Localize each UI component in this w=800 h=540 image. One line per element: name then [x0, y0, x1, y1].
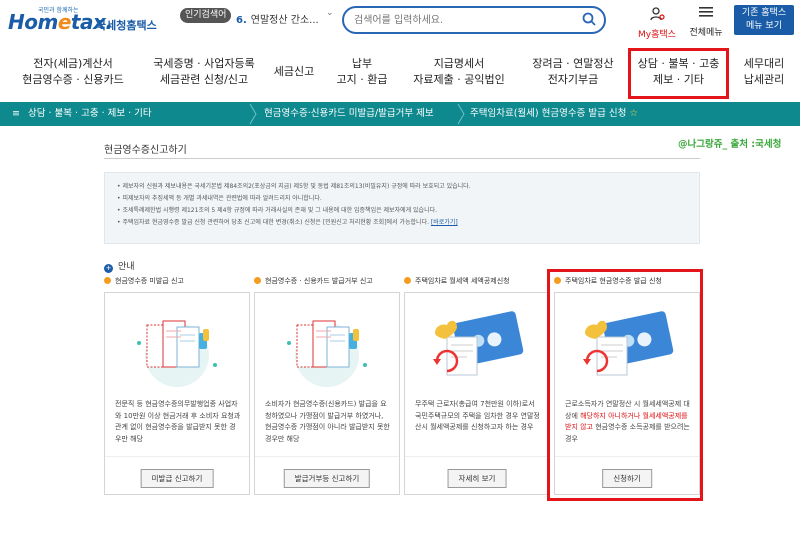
search-box — [342, 6, 606, 34]
chevron-down-icon[interactable]: ⌄ — [326, 8, 334, 18]
nav-item-line2: 현금영수증 · 신용카드 — [22, 73, 124, 86]
nav-item-line2: 세금관련 신청/신고 — [159, 73, 249, 86]
notice-item: 주택임차료 현금영수증 발급 신청 관련하여 당초 신고에 대한 변경(취소) … — [117, 217, 687, 229]
receipt-icon — [137, 320, 217, 387]
card-title-non-issuance: 현금영수증 미발급 신고 — [104, 276, 184, 286]
main-navigation: 전자(세금)계산서현금영수증 · 신용카드 국세증명 · 사업자등록세금관련 신… — [0, 44, 800, 102]
nav-item-line2: 전자기부금 — [547, 73, 599, 86]
notice-box: 제보자의 신원과 제보내용은 국세기본법 제84조의2(포상금의 지급) 제5항… — [104, 172, 700, 244]
nav-item-line1: 납부 — [351, 57, 373, 70]
logo-korean-name: 국세청홈택스 — [96, 19, 157, 32]
highlight-box — [547, 269, 703, 501]
nav-item-e-invoice[interactable]: 전자(세금)계산서현금영수증 · 신용카드 — [10, 56, 136, 88]
top-bar: 국민과 함께하는 Hometax. 국세청홈택스 인기검색어 6. 연말정산 간소… — [0, 0, 800, 42]
breadcrumb-level3-label: 주택임차료(월세) 현금영수증 발급 신청 — [470, 108, 627, 119]
favorite-star-icon[interactable]: ☆ — [629, 108, 638, 119]
source-credit: @나그랑쥬_ 출처 :국세청 — [678, 139, 782, 150]
highlight-box — [628, 48, 729, 99]
card-divider — [255, 456, 399, 457]
nav-item-certificates[interactable]: 국세증명 · 사업자등록세금관련 신청/신고 — [140, 56, 268, 88]
card-description: 전문직 등 현금영수증의무발행업종 사업자와 10만원 이상 현금거래 후 소비… — [115, 400, 241, 443]
plus-icon: + — [104, 264, 113, 273]
nav-item-tax-filing[interactable]: 세금신고 — [262, 64, 326, 80]
breadcrumb-menu-icon[interactable]: ≡ — [12, 102, 20, 126]
nav-item-line2: 자료제출 · 공익법인 — [413, 73, 505, 86]
card-title-rent-deduction: 주택임차료 월세액 세액공제신청 — [404, 276, 510, 286]
receipt-icon — [287, 320, 367, 387]
popular-search-badge: 인기검색어 — [180, 8, 232, 23]
my-hometax-label: My홈택스 — [638, 30, 676, 40]
nav-item-line2: 고지 · 환급 — [336, 73, 388, 86]
card-rent-deduction: 무주택 근로자(총급여 7천만원 이하)로서 국민주택규모의 주택을 임차한 경… — [404, 292, 550, 495]
guide-label: 안내 — [118, 262, 135, 272]
classic-menu-line2: 메뉴 보기 — [746, 21, 782, 31]
chevron-right-icon — [249, 103, 257, 125]
all-menu-label: 전체메뉴 — [689, 28, 723, 38]
nav-item-incentives[interactable]: 장려금 · 연말정산전자기부금 — [518, 56, 628, 88]
notice-item: 조세특례제한법 시행령 제121조의 5 제4항 규정에 따라 거래사실의 존재… — [117, 205, 687, 217]
card-description: 소비자가 현금영수증(신용카드) 발급을 요청하였으나 가맹점이 발급거부 하였… — [265, 400, 390, 443]
popular-search-rank: 6. — [236, 15, 247, 26]
logo-wordmark-e: e — [57, 10, 72, 34]
nav-item-payment[interactable]: 납부고지 · 환급 — [330, 56, 394, 88]
breadcrumb-level1[interactable]: 상담 · 불복 · 고충 · 제보 · 기타 — [28, 102, 152, 126]
card-refusal: 소비자가 현금영수증(신용카드) 발급을 요청하였으나 가맹점이 발급거부 하였… — [254, 292, 400, 495]
card-divider — [105, 456, 249, 457]
my-hometax-button[interactable]: My홈택스 — [634, 6, 680, 41]
nav-item-line2: 납세관리 — [743, 73, 785, 86]
nav-item-line1: 국세증명 · 사업자등록 — [153, 57, 255, 70]
breadcrumb-level3[interactable]: 주택임차료(월세) 현금영수증 발급 신청 ☆ — [470, 102, 638, 126]
report-non-issuance-button[interactable]: 미발급 신고하기 — [140, 469, 214, 488]
nav-item-line1: 세금신고 — [273, 65, 315, 78]
view-details-button[interactable]: 자세히 보기 — [447, 469, 507, 488]
report-refusal-button[interactable]: 발급거부등 신고하기 — [283, 469, 371, 488]
notice-item: 제보자의 신원과 제보내용은 국세기본법 제84조의2(포상금의 지급) 제5항… — [117, 181, 687, 193]
all-menu-button[interactable]: 전체메뉴 — [686, 6, 726, 39]
page-title: 현금영수증신고하기 — [104, 145, 187, 156]
card-title-refusal: 현금영수증 · 신용카드 발급거부 신고 — [254, 276, 373, 286]
popular-search-term[interactable]: 6. 연말정산 간소... — [236, 11, 336, 26]
card-non-issuance: 전문직 등 현금영수증의무발행업종 사업자와 10만원 이상 현금거래 후 소비… — [104, 292, 250, 495]
card-document-icon — [433, 311, 524, 376]
notice-item-text: 주택임차료 현금영수증 발급 신청 관련하여 당초 신고에 대한 변경(취소) … — [122, 219, 429, 226]
nav-item-payment-statements[interactable]: 지급명세서자료제출 · 공익법인 — [404, 56, 514, 88]
nav-item-line1: 장려금 · 연말정산 — [532, 57, 614, 70]
nav-item-tax-agent[interactable]: 세무대리납세관리 — [736, 56, 792, 88]
title-divider — [104, 158, 700, 159]
breadcrumb: ≡ 상담 · 불복 · 고충 · 제보 · 기타 현금영수증·신용카드 미발급/… — [0, 102, 800, 126]
nav-item-line1: 세무대리 — [743, 57, 785, 70]
search-input[interactable] — [354, 11, 574, 29]
hamburger-icon — [699, 7, 713, 17]
card-divider — [405, 456, 549, 457]
breadcrumb-level2[interactable]: 현금영수증·신용카드 미발급/발급거부 제보 — [264, 102, 434, 126]
shortcut-link[interactable]: [바로가기] — [431, 219, 458, 226]
logo-wordmark-part: Hom — [8, 10, 58, 34]
guide-heading: + 안내 — [104, 259, 135, 273]
popular-search-text: 연말정산 간소... — [250, 15, 319, 26]
card-description: 무주택 근로자(총급여 7천만원 이하)로서 국민주택규모의 주택을 임차한 경… — [415, 400, 540, 431]
user-icon — [650, 7, 665, 21]
nav-item-line1: 지급명세서 — [433, 57, 485, 70]
classic-menu-button[interactable]: 기존 홈택스 메뉴 보기 — [734, 5, 794, 35]
classic-menu-line1: 기존 홈택스 — [741, 8, 787, 18]
notice-item: 피제보자의 추징세액 등 개별 과세내역은 관련법에 따라 알려드리지 아니합니… — [117, 193, 687, 205]
hometax-logo[interactable]: 국민과 함께하는 Hometax. 국세청홈택스 — [8, 6, 158, 36]
nav-item-line1: 전자(세금)계산서 — [33, 57, 113, 70]
chevron-right-icon — [457, 103, 465, 125]
search-icon[interactable] — [582, 12, 596, 26]
